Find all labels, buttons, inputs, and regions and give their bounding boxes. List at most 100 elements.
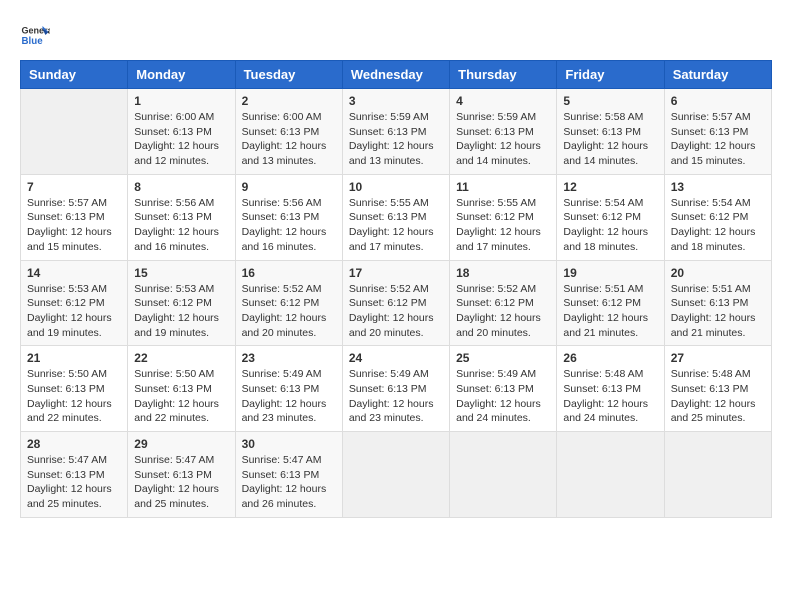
calendar-cell: 20 Sunrise: 5:51 AM Sunset: 6:13 PM Dayli… xyxy=(664,260,771,346)
day-number: 16 xyxy=(242,266,336,280)
calendar-week-row: 28 Sunrise: 5:47 AM Sunset: 6:13 PM Dayli… xyxy=(21,432,772,518)
day-info: Sunrise: 5:47 AM Sunset: 6:13 PM Dayligh… xyxy=(134,453,228,512)
calendar-week-row: 14 Sunrise: 5:53 AM Sunset: 6:12 PM Dayli… xyxy=(21,260,772,346)
calendar-day-header: Monday xyxy=(128,61,235,89)
day-number: 17 xyxy=(349,266,443,280)
day-number: 1 xyxy=(134,94,228,108)
calendar-cell: 21 Sunrise: 5:50 AM Sunset: 6:13 PM Dayli… xyxy=(21,346,128,432)
calendar-cell xyxy=(557,432,664,518)
calendar-cell: 6Sunrise: 5:57 AM Sunset: 6:13 PM Daylig… xyxy=(664,89,771,175)
day-info: Sunrise: 5:49 AM Sunset: 6:13 PM Dayligh… xyxy=(456,367,550,426)
calendar-day-header: Wednesday xyxy=(342,61,449,89)
calendar-week-row: 7Sunrise: 5:57 AM Sunset: 6:13 PM Daylig… xyxy=(21,174,772,260)
day-info: Sunrise: 5:55 AM Sunset: 6:13 PM Dayligh… xyxy=(349,196,443,255)
day-number: 26 xyxy=(563,351,657,365)
day-number: 20 xyxy=(671,266,765,280)
day-info: Sunrise: 5:47 AM Sunset: 6:13 PM Dayligh… xyxy=(27,453,121,512)
logo-icon: General Blue xyxy=(20,20,50,50)
day-number: 22 xyxy=(134,351,228,365)
day-number: 27 xyxy=(671,351,765,365)
calendar-week-row: 21 Sunrise: 5:50 AM Sunset: 6:13 PM Dayli… xyxy=(21,346,772,432)
day-info: Sunrise: 5:54 AM Sunset: 6:12 PM Dayligh… xyxy=(563,196,657,255)
day-number: 23 xyxy=(242,351,336,365)
calendar-day-header: Sunday xyxy=(21,61,128,89)
calendar-cell: 22 Sunrise: 5:50 AM Sunset: 6:13 PM Dayli… xyxy=(128,346,235,432)
calendar-cell: 27 Sunrise: 5:48 AM Sunset: 6:13 PM Dayli… xyxy=(664,346,771,432)
day-info: Sunrise: 5:56 AM Sunset: 6:13 PM Dayligh… xyxy=(242,196,336,255)
day-info: Sunrise: 5:52 AM Sunset: 6:12 PM Dayligh… xyxy=(242,282,336,341)
calendar-table: SundayMondayTuesdayWednesdayThursdayFrid… xyxy=(20,60,772,518)
calendar-cell: 1 Sunrise: 6:00 AM Sunset: 6:13 PM Daylig… xyxy=(128,89,235,175)
calendar-cell: 24Sunrise: 5:49 AM Sunset: 6:13 PM Dayli… xyxy=(342,346,449,432)
calendar-cell: 17 Sunrise: 5:52 AM Sunset: 6:12 PM Dayli… xyxy=(342,260,449,346)
calendar-cell xyxy=(450,432,557,518)
day-number: 25 xyxy=(456,351,550,365)
day-info: Sunrise: 6:00 AM Sunset: 6:13 PM Dayligh… xyxy=(134,110,228,169)
calendar-day-header: Tuesday xyxy=(235,61,342,89)
calendar-cell: 9 Sunrise: 5:56 AM Sunset: 6:13 PM Daylig… xyxy=(235,174,342,260)
page-header: General Blue xyxy=(20,20,772,50)
calendar-cell: 19 Sunrise: 5:51 AM Sunset: 6:12 PM Dayli… xyxy=(557,260,664,346)
day-number: 19 xyxy=(563,266,657,280)
day-number: 14 xyxy=(27,266,121,280)
calendar-cell: 30Sunrise: 5:47 AM Sunset: 6:13 PM Dayli… xyxy=(235,432,342,518)
day-info: Sunrise: 5:56 AM Sunset: 6:13 PM Dayligh… xyxy=(134,196,228,255)
calendar-cell: 23Sunrise: 5:49 AM Sunset: 6:13 PM Dayli… xyxy=(235,346,342,432)
day-number: 12 xyxy=(563,180,657,194)
calendar-cell: 3 Sunrise: 5:59 AM Sunset: 6:13 PM Daylig… xyxy=(342,89,449,175)
calendar-cell: 7Sunrise: 5:57 AM Sunset: 6:13 PM Daylig… xyxy=(21,174,128,260)
day-number: 18 xyxy=(456,266,550,280)
day-number: 30 xyxy=(242,437,336,451)
day-info: Sunrise: 5:59 AM Sunset: 6:13 PM Dayligh… xyxy=(349,110,443,169)
calendar-cell: 25 Sunrise: 5:49 AM Sunset: 6:13 PM Dayli… xyxy=(450,346,557,432)
day-number: 13 xyxy=(671,180,765,194)
calendar-cell: 28 Sunrise: 5:47 AM Sunset: 6:13 PM Dayli… xyxy=(21,432,128,518)
day-info: Sunrise: 5:54 AM Sunset: 6:12 PM Dayligh… xyxy=(671,196,765,255)
calendar-cell xyxy=(664,432,771,518)
day-number: 29 xyxy=(134,437,228,451)
calendar-cell: 4Sunrise: 5:59 AM Sunset: 6:13 PM Daylig… xyxy=(450,89,557,175)
calendar-cell xyxy=(21,89,128,175)
calendar-day-header: Friday xyxy=(557,61,664,89)
calendar-cell: 11Sunrise: 5:55 AM Sunset: 6:12 PM Dayli… xyxy=(450,174,557,260)
calendar-cell: 18 Sunrise: 5:52 AM Sunset: 6:12 PM Dayli… xyxy=(450,260,557,346)
logo: General Blue xyxy=(20,20,50,50)
svg-text:Blue: Blue xyxy=(22,36,44,47)
calendar-cell: 29 Sunrise: 5:47 AM Sunset: 6:13 PM Dayli… xyxy=(128,432,235,518)
day-number: 8 xyxy=(134,180,228,194)
day-info: Sunrise: 5:57 AM Sunset: 6:13 PM Dayligh… xyxy=(27,196,121,255)
calendar-cell xyxy=(342,432,449,518)
day-info: Sunrise: 5:52 AM Sunset: 6:12 PM Dayligh… xyxy=(349,282,443,341)
day-info: Sunrise: 5:51 AM Sunset: 6:12 PM Dayligh… xyxy=(563,282,657,341)
day-number: 28 xyxy=(27,437,121,451)
day-info: Sunrise: 5:51 AM Sunset: 6:13 PM Dayligh… xyxy=(671,282,765,341)
calendar-cell: 13 Sunrise: 5:54 AM Sunset: 6:12 PM Dayli… xyxy=(664,174,771,260)
day-info: Sunrise: 5:50 AM Sunset: 6:13 PM Dayligh… xyxy=(134,367,228,426)
day-number: 6 xyxy=(671,94,765,108)
day-number: 15 xyxy=(134,266,228,280)
calendar-day-header: Saturday xyxy=(664,61,771,89)
calendar-cell: 8 Sunrise: 5:56 AM Sunset: 6:13 PM Daylig… xyxy=(128,174,235,260)
calendar-cell: 2 Sunrise: 6:00 AM Sunset: 6:13 PM Daylig… xyxy=(235,89,342,175)
day-number: 2 xyxy=(242,94,336,108)
day-info: Sunrise: 5:53 AM Sunset: 6:12 PM Dayligh… xyxy=(134,282,228,341)
calendar-body: 1 Sunrise: 6:00 AM Sunset: 6:13 PM Daylig… xyxy=(21,89,772,518)
day-number: 24 xyxy=(349,351,443,365)
calendar-cell: 26Sunrise: 5:48 AM Sunset: 6:13 PM Dayli… xyxy=(557,346,664,432)
day-info: Sunrise: 5:59 AM Sunset: 6:13 PM Dayligh… xyxy=(456,110,550,169)
calendar-day-header: Thursday xyxy=(450,61,557,89)
calendar-cell: 16 Sunrise: 5:52 AM Sunset: 6:12 PM Dayli… xyxy=(235,260,342,346)
day-number: 10 xyxy=(349,180,443,194)
day-info: Sunrise: 5:50 AM Sunset: 6:13 PM Dayligh… xyxy=(27,367,121,426)
day-info: Sunrise: 5:52 AM Sunset: 6:12 PM Dayligh… xyxy=(456,282,550,341)
calendar-cell: 10 Sunrise: 5:55 AM Sunset: 6:13 PM Dayli… xyxy=(342,174,449,260)
day-info: Sunrise: 6:00 AM Sunset: 6:13 PM Dayligh… xyxy=(242,110,336,169)
day-info: Sunrise: 5:53 AM Sunset: 6:12 PM Dayligh… xyxy=(27,282,121,341)
day-info: Sunrise: 5:48 AM Sunset: 6:13 PM Dayligh… xyxy=(671,367,765,426)
day-number: 3 xyxy=(349,94,443,108)
day-number: 21 xyxy=(27,351,121,365)
calendar-cell: 5Sunrise: 5:58 AM Sunset: 6:13 PM Daylig… xyxy=(557,89,664,175)
day-number: 9 xyxy=(242,180,336,194)
calendar-week-row: 1 Sunrise: 6:00 AM Sunset: 6:13 PM Daylig… xyxy=(21,89,772,175)
day-info: Sunrise: 5:58 AM Sunset: 6:13 PM Dayligh… xyxy=(563,110,657,169)
